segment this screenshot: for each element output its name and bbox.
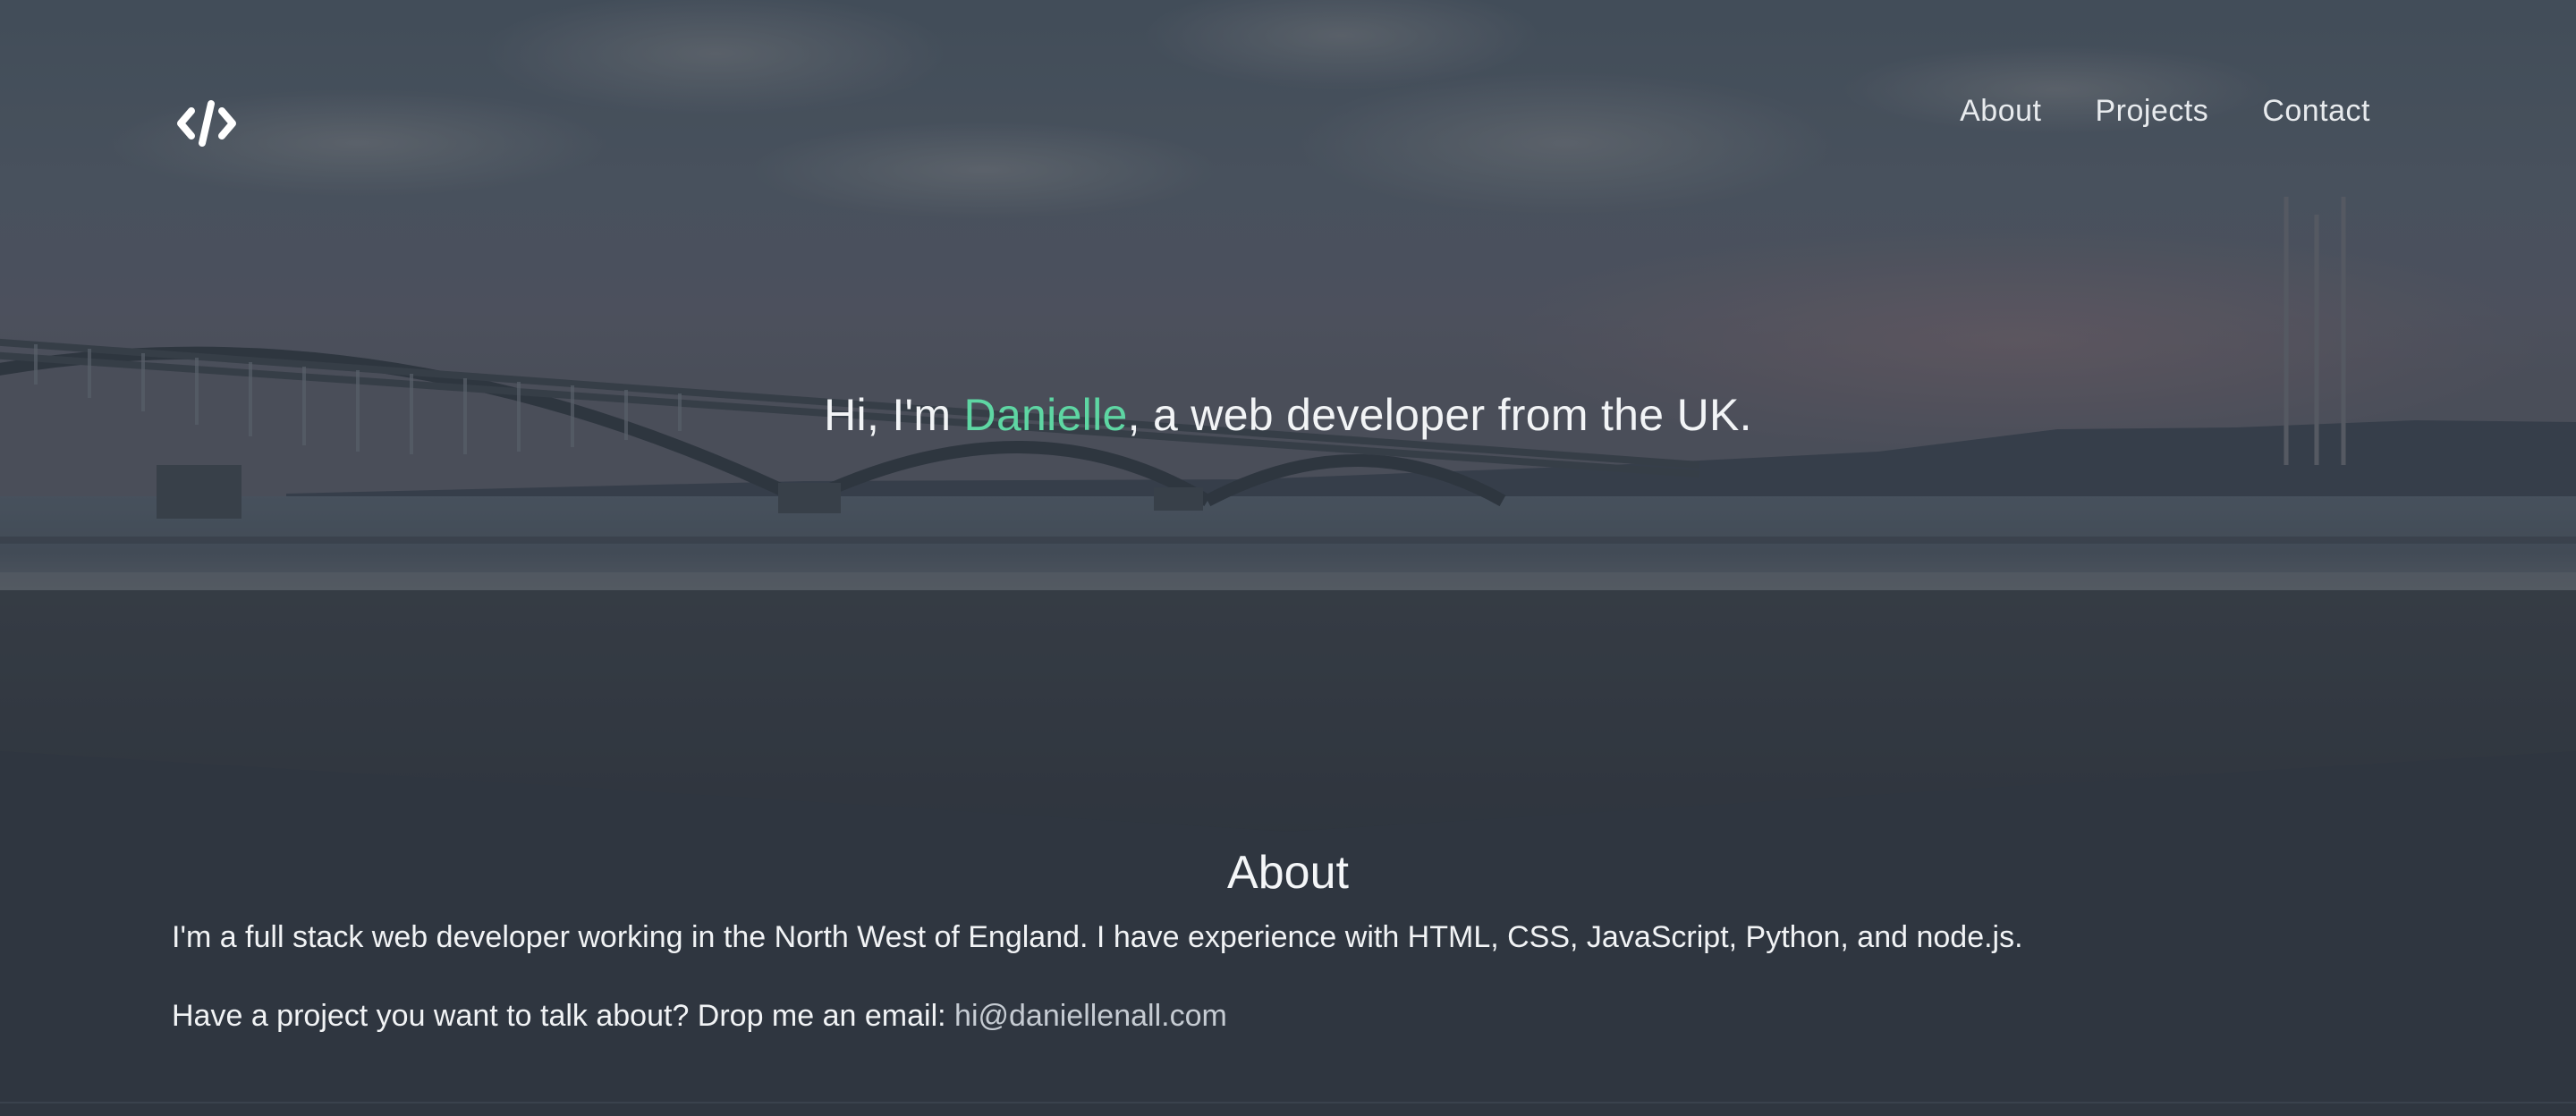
main-nav: About Projects Contact [1960,89,2370,132]
nav-link-projects[interactable]: Projects [2095,89,2208,132]
hero-name: Danielle [963,390,1128,440]
hero-section: About Projects Contact Hi, I'm Danielle,… [0,0,2576,841]
hero-tagline: , a web developer from the UK. [1127,390,1752,440]
about-section: About I'm a full stack web developer wor… [0,841,2576,1116]
section-divider [0,1102,2576,1103]
email-link[interactable]: hi@daniellenall.com [954,999,1227,1033]
about-title: About [1227,847,1349,899]
logo-code-icon[interactable] [177,98,236,148]
nav-link-about[interactable]: About [1960,89,2041,132]
contact-prompt: Have a project you want to talk about? D… [172,999,955,1033]
about-paragraph: I'm a full stack web developer working i… [172,920,2023,954]
hero-headline: Hi, I'm Danielle, a web developer from t… [0,386,2576,444]
contact-paragraph: Have a project you want to talk about? D… [172,994,1227,1037]
hero-greeting: Hi, I'm [824,390,964,440]
page: About Projects Contact Hi, I'm Danielle,… [0,0,2576,1116]
nav-link-contact[interactable]: Contact [2262,89,2370,132]
